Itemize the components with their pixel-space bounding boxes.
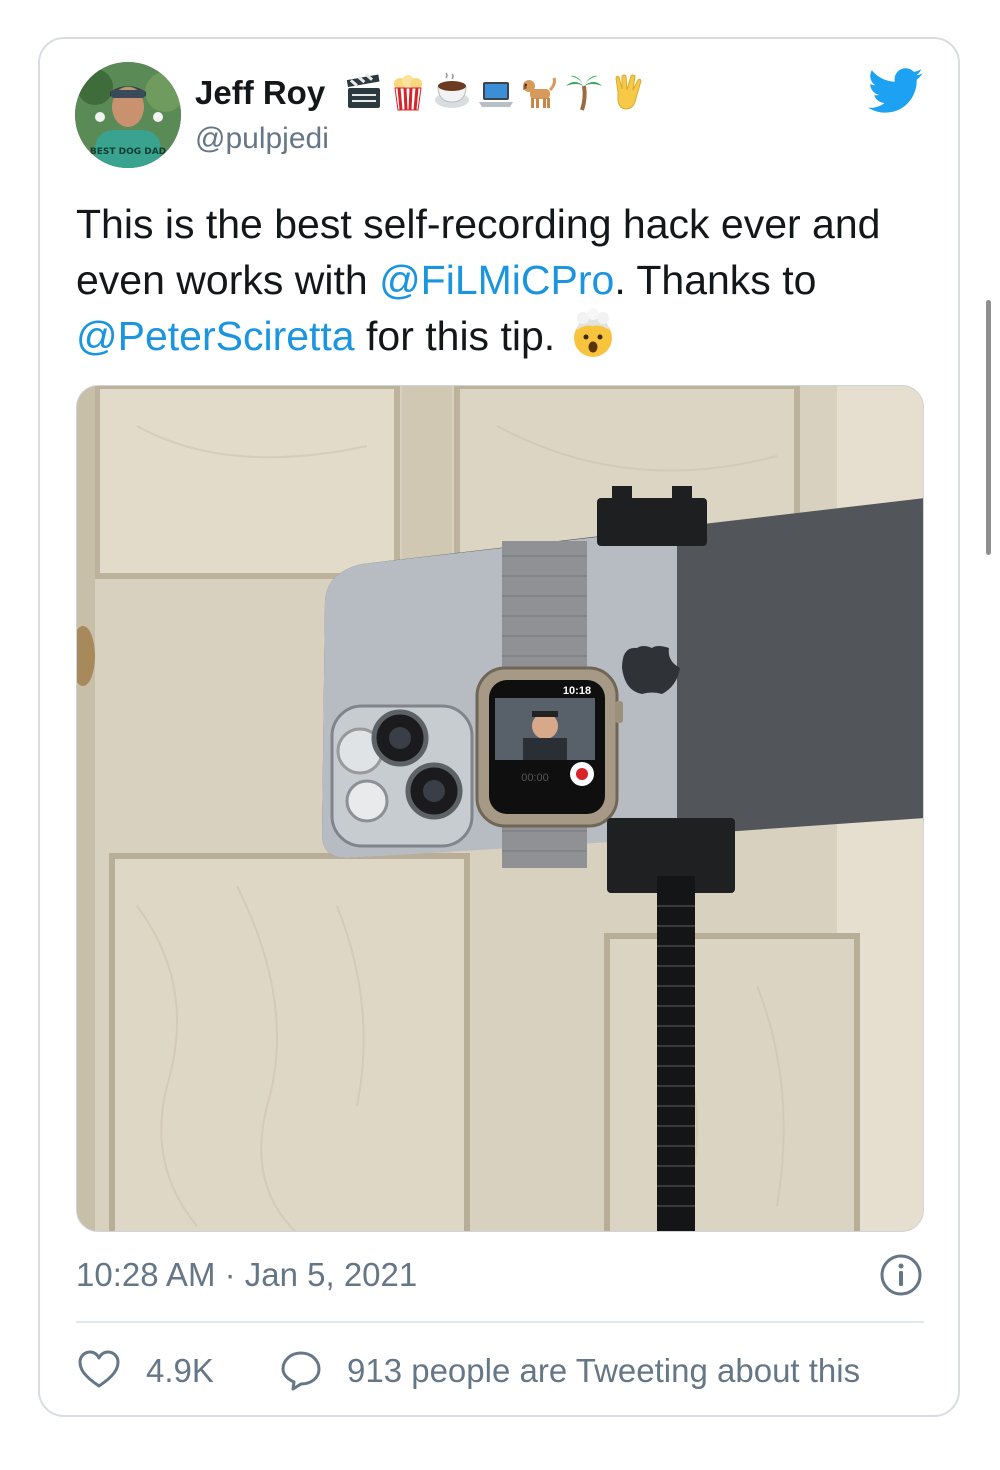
palm-tree-icon: [566, 75, 602, 111]
speech-bubble-icon[interactable]: [280, 1349, 322, 1391]
tweet-text: This is the best self-recording hack eve…: [76, 196, 936, 364]
laptop-icon: [479, 82, 513, 107]
twitter-bird-icon[interactable]: [868, 68, 924, 114]
author-handle[interactable]: @pulpjedi: [195, 122, 329, 156]
coffee-icon: [435, 72, 469, 108]
watch-timer: 00:00: [521, 772, 549, 784]
tweeting-about-link[interactable]: 913 people are Tweeting about this: [347, 1352, 860, 1390]
clapper-board-icon: [346, 73, 380, 108]
likes-count[interactable]: 4.9K: [146, 1352, 214, 1390]
dog-icon: [523, 77, 556, 108]
exploding-head-icon: [573, 308, 612, 357]
scrollbar[interactable]: [986, 300, 991, 555]
heart-icon[interactable]: [78, 1350, 120, 1390]
mention-filmicpro[interactable]: @FiLMiCPro: [379, 257, 614, 303]
info-icon[interactable]: [879, 1253, 923, 1297]
name-emojis: [344, 72, 648, 112]
author-name[interactable]: Jeff Roy: [195, 74, 325, 112]
avatar[interactable]: BEST DOG DAD: [75, 62, 181, 168]
tweet-photo[interactable]: 10:18 00:00: [76, 385, 924, 1232]
tweet-timestamp[interactable]: 10:28 AM · Jan 5, 2021: [76, 1256, 417, 1294]
vulcan-salute-icon: [615, 74, 642, 110]
avatar-shirt-text: BEST DOG DAD: [90, 147, 166, 157]
divider: [76, 1321, 924, 1323]
watch-time: 10:18: [563, 685, 591, 697]
popcorn-icon: [394, 75, 422, 111]
tweet-text-part: for this tip.: [354, 313, 567, 359]
mention-petersciretta[interactable]: @PeterSciretta: [76, 313, 355, 359]
tweet-text-part: . Thanks to: [614, 257, 817, 303]
